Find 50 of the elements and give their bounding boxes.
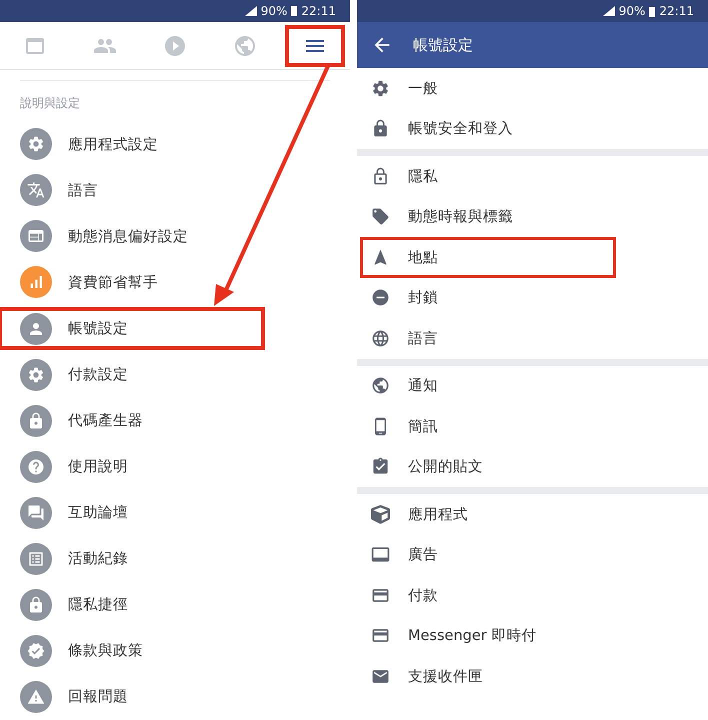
menu-item[interactable]: 應用程式設定 xyxy=(0,121,350,168)
clock-time: 22:11 xyxy=(659,4,694,18)
settings-item[interactable]: 廣告 xyxy=(357,534,708,575)
settings-item[interactable]: 簡訊 xyxy=(357,406,708,446)
menu-item[interactable]: 使用說明 xyxy=(0,444,350,490)
menu-item[interactable]: 資費節省幫手 xyxy=(0,259,350,306)
menu-item[interactable]: 付款設定 xyxy=(0,352,350,398)
signal-icon xyxy=(602,6,615,16)
settings-item[interactable]: 隱私 xyxy=(357,156,708,196)
settings-item[interactable]: 支援收件匣 xyxy=(357,656,708,696)
settings-item[interactable]: 語言 xyxy=(357,318,708,358)
battery-percent: 90% xyxy=(260,4,288,18)
block-icon xyxy=(371,288,390,308)
screen-title: 帳號設定 xyxy=(413,36,473,54)
lock-icon xyxy=(371,166,390,186)
settings-item[interactable]: 應用程式 xyxy=(357,494,708,534)
globe-icon xyxy=(371,328,390,348)
tag-icon xyxy=(371,207,390,226)
settings-item[interactable]: 一般 xyxy=(357,68,708,108)
menu-item[interactable]: 帳號設定 xyxy=(0,305,267,352)
signal-icon xyxy=(244,6,257,16)
menu-item[interactable]: 互助論壇 xyxy=(0,490,350,536)
settings-item[interactable]: 帳號安全和登入 xyxy=(357,108,708,149)
battery-icon xyxy=(649,6,656,16)
gear-icon xyxy=(371,78,390,98)
globe-icon xyxy=(233,34,257,58)
play-icon xyxy=(163,34,187,58)
settings-item[interactable]: 封鎖 xyxy=(357,278,708,318)
menu-item[interactable]: 活動紀錄 xyxy=(0,536,350,582)
settings-item[interactable]: 公開的貼文 xyxy=(357,446,708,487)
section-title: 說明與設定 xyxy=(19,95,81,112)
settings-item[interactable]: 付款 xyxy=(357,575,708,616)
menu-item[interactable]: 回報問題 xyxy=(0,674,350,720)
menu-item[interactable]: 語言 xyxy=(0,167,350,214)
settings-item[interactable]: 地點 xyxy=(360,237,616,278)
settings-item[interactable]: 通知 xyxy=(357,366,708,406)
settings-item[interactable]: 動態時報與標籤 xyxy=(357,196,708,237)
battery-icon xyxy=(291,5,298,16)
menu-item[interactable]: 條款與政策 xyxy=(0,628,350,674)
menu-item[interactable]: 隱私捷徑 xyxy=(0,582,350,628)
battery-percent: 90% xyxy=(618,4,646,18)
globe-icon xyxy=(371,376,390,396)
clock-time: 22:11 xyxy=(301,4,336,18)
menu-item[interactable]: 代碼產生器 xyxy=(0,398,350,444)
lock-icon xyxy=(371,119,390,138)
clipboard-check-icon xyxy=(371,457,390,476)
settings-item[interactable]: Messenger 即時付 xyxy=(357,616,708,656)
ad-icon xyxy=(371,545,390,564)
cube-icon xyxy=(371,504,390,524)
menu-item[interactable]: 動態消息偏好設定 xyxy=(0,213,350,260)
